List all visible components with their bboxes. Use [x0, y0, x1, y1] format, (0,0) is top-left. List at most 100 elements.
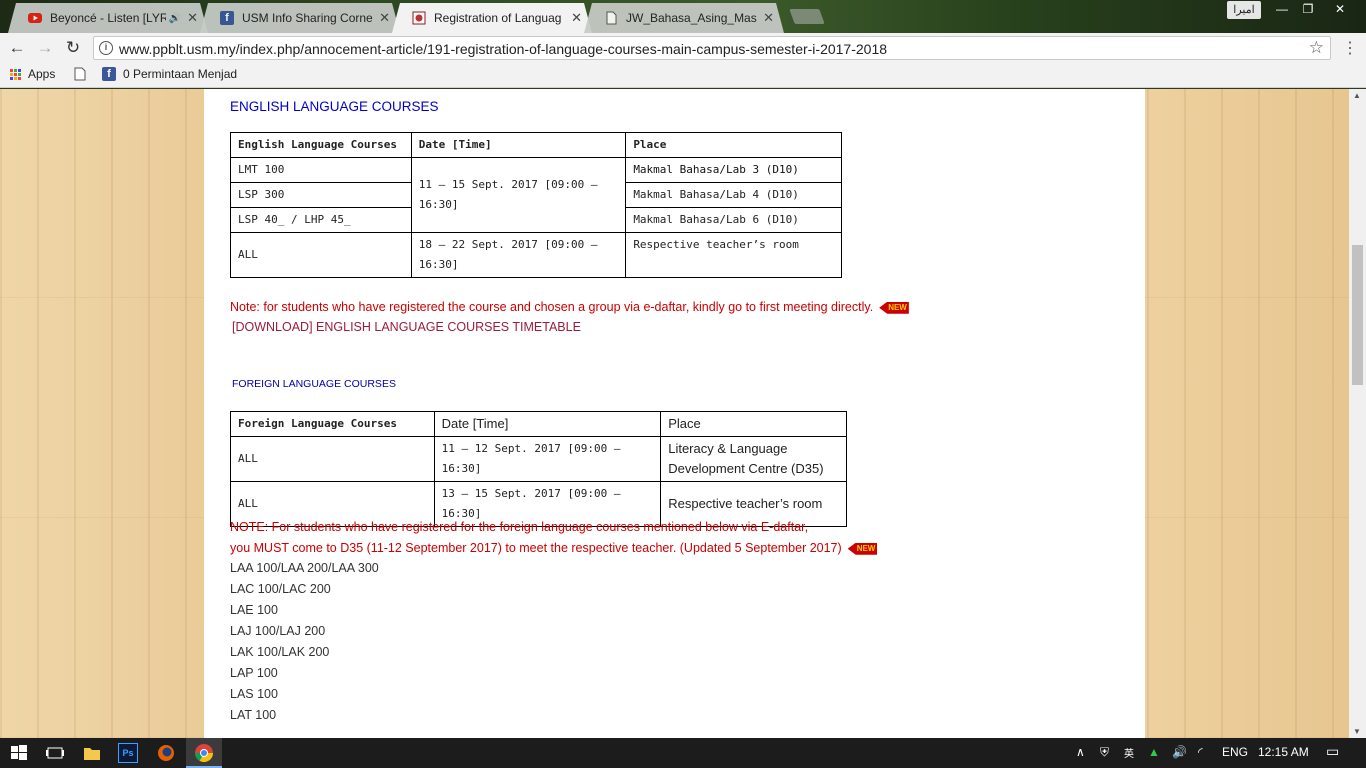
tab-title: Registration of Languag — [434, 11, 562, 25]
bookmark-facebook[interactable]: f 0 Permintaan Menjad — [102, 67, 237, 81]
bookmark-label: 0 Permintaan Menjad — [123, 67, 238, 81]
scroll-down-icon[interactable]: ▼ — [1353, 727, 1361, 736]
place-cell: Makmal Bahasa/Lab 3 (D10) — [625, 157, 842, 183]
new-badge-icon: NEW — [847, 542, 878, 555]
place-cell: Makmal Bahasa/Lab 4 (D10) — [625, 182, 842, 208]
course-cell: LSP 40_ / LHP 45_ — [230, 207, 412, 233]
clock[interactable]: 12:15 AM — [1258, 745, 1309, 759]
bookmark-page[interactable] — [74, 67, 86, 81]
list-item: LAE 100 — [230, 603, 278, 617]
windows-start-icon[interactable] — [8, 742, 30, 764]
apps-grid-icon — [10, 68, 21, 80]
app-tray-icon[interactable]: ▲ — [1148, 745, 1160, 759]
table-header: Place — [625, 132, 842, 158]
close-window-icon[interactable]: ✕ — [1326, 0, 1354, 18]
tab-registration[interactable]: Registration of Languag ✕ — [392, 3, 592, 33]
tab-beyonce[interactable]: Beyoncé - Listen [LYRI 🔊 ✕ — [8, 3, 208, 33]
facebook-icon: f — [220, 11, 234, 25]
bookmark-star-icon[interactable]: ☆ — [1309, 38, 1324, 58]
list-item: LAJ 100/LAJ 200 — [230, 624, 326, 638]
new-badge-icon: NEW — [879, 301, 909, 314]
notifications-icon[interactable]: ▭ — [1326, 743, 1339, 760]
note-text: Note: for students who have registered t… — [230, 300, 874, 314]
file-explorer-icon[interactable] — [81, 742, 103, 764]
photoshop-icon[interactable]: Ps — [118, 743, 138, 763]
scrollbar-thumb[interactable] — [1352, 245, 1363, 385]
reload-icon[interactable]: ↻ — [62, 37, 84, 59]
volume-icon[interactable]: 🔊 — [1172, 745, 1187, 759]
usm-crest-icon — [412, 11, 426, 25]
foreign-heading: FOREIGN LANGUAGE COURSES — [232, 378, 396, 390]
wifi-icon[interactable]: ◜ — [1198, 745, 1203, 759]
close-icon[interactable]: ✕ — [379, 10, 390, 26]
table-row: ALL 18 – 22 Sept. 2017 [09:00 – 16:30] R… — [230, 232, 842, 278]
course-cell: LMT 100 — [230, 157, 412, 183]
tray-overflow-icon[interactable]: ∧ — [1076, 745, 1085, 759]
tab-jw-bahasa[interactable]: JW_Bahasa_Asing_Maste ✕ — [584, 3, 784, 33]
task-view-icon[interactable] — [44, 742, 66, 764]
info-icon[interactable]: i — [99, 41, 113, 55]
page-viewport: ENGLISH LANGUAGE COURSES English Languag… — [0, 89, 1349, 738]
vertical-scrollbar[interactable]: ▲ ▼ — [1349, 89, 1366, 738]
course-code-list: LAA 100/LAA 200/LAA 300 LAC 100/LAC 200 … — [230, 558, 379, 726]
table-header: English Language Courses — [230, 132, 412, 158]
forward-icon[interactable]: → — [34, 37, 56, 59]
foreign-note-line1: NOTE: For students who have registered f… — [230, 520, 809, 534]
table-header: Place — [660, 411, 847, 437]
list-item: LAC 100/LAC 200 — [230, 582, 331, 596]
tab-title: USM Info Sharing Corner — [242, 11, 374, 25]
course-cell: ALL — [230, 436, 435, 482]
close-icon[interactable]: ✕ — [763, 10, 774, 26]
firefox-icon[interactable] — [155, 742, 177, 764]
list-item: LAP 100 — [230, 666, 278, 680]
back-icon[interactable]: ← — [6, 37, 28, 59]
list-item: LAK 100/LAK 200 — [230, 645, 330, 659]
foreign-note-line2: you MUST come to D35 (11-12 September 20… — [230, 541, 878, 555]
table-row: ALL 11 – 12 Sept. 2017 [09:00 – 16:30] L… — [230, 436, 847, 482]
tab-usm-info[interactable]: f USM Info Sharing Corner ✕ — [200, 3, 400, 33]
date-cell: 18 – 22 Sept. 2017 [09:00 – 16:30] — [410, 232, 627, 278]
youtube-icon — [28, 11, 42, 25]
list-item: LAA 100/LAA 200/LAA 300 — [230, 561, 379, 575]
place-cell: Literacy & Language Development Centre (… — [660, 436, 847, 482]
bookmarks-bar: Apps f 0 Permintaan Menjad — [0, 62, 1366, 88]
bookmark-apps[interactable]: Apps — [10, 67, 55, 81]
close-icon[interactable]: ✕ — [571, 10, 582, 26]
english-note: Note: for students who have registered t… — [230, 300, 909, 314]
document-icon — [604, 11, 618, 25]
course-cell: ALL — [230, 232, 412, 278]
tab-title: JW_Bahasa_Asing_Maste — [626, 11, 758, 25]
bookmark-label: Apps — [28, 67, 56, 81]
language-indicator[interactable]: ENG — [1222, 745, 1248, 759]
close-icon[interactable]: ✕ — [187, 10, 198, 26]
url-text: www.ppblt.usm.my/index.php/annocement-ar… — [119, 41, 888, 57]
input-method-icon[interactable]: 英 — [1124, 745, 1134, 760]
profile-button[interactable]: اميرا — [1227, 1, 1261, 19]
browser-toolbar: ← → ↻ i www.ppblt.usm.my/index.php/annoc… — [0, 33, 1366, 62]
page-icon — [74, 67, 86, 81]
chrome-icon — [195, 744, 213, 763]
course-cell: LSP 300 — [230, 182, 412, 208]
table-header: Foreign Language Courses — [230, 411, 435, 437]
foreign-courses-table: Foreign Language Courses Date [Time] Pla… — [230, 411, 847, 527]
english-courses-table: English Language Courses Date [Time] Pla… — [230, 132, 842, 278]
facebook-icon: f — [102, 67, 116, 81]
minimize-icon[interactable]: — — [1268, 0, 1296, 18]
chrome-taskbar-button[interactable] — [186, 738, 222, 768]
place-cell: Makmal Bahasa/Lab 6 (D10) — [625, 207, 842, 233]
download-timetable-link[interactable]: [DOWNLOAD] ENGLISH LANGUAGE COURSES TIME… — [232, 320, 581, 334]
date-cell: 11 – 12 Sept. 2017 [09:00 – 16:30] — [433, 436, 662, 482]
date-cell: 11 – 15 Sept. 2017 [09:00 – 16:30] — [410, 157, 627, 233]
list-item: LAS 100 — [230, 687, 278, 701]
shield-icon[interactable]: ⛨ — [1100, 745, 1109, 760]
table-row: LMT 100 11 – 15 Sept. 2017 [09:00 – 16:3… — [230, 157, 842, 233]
audio-playing-icon: 🔊 — [168, 12, 182, 24]
scroll-up-icon[interactable]: ▲ — [1353, 91, 1361, 100]
article-content: ENGLISH LANGUAGE COURSES English Languag… — [204, 89, 1145, 738]
address-bar[interactable]: i www.ppblt.usm.my/index.php/annocement-… — [93, 36, 1331, 60]
english-heading: ENGLISH LANGUAGE COURSES — [230, 99, 439, 114]
restore-icon[interactable]: ❐ — [1294, 0, 1322, 18]
tab-title: Beyoncé - Listen [LYRI — [50, 11, 166, 25]
new-tab-button[interactable] — [789, 9, 825, 24]
menu-icon[interactable]: ⋮ — [1342, 38, 1358, 58]
